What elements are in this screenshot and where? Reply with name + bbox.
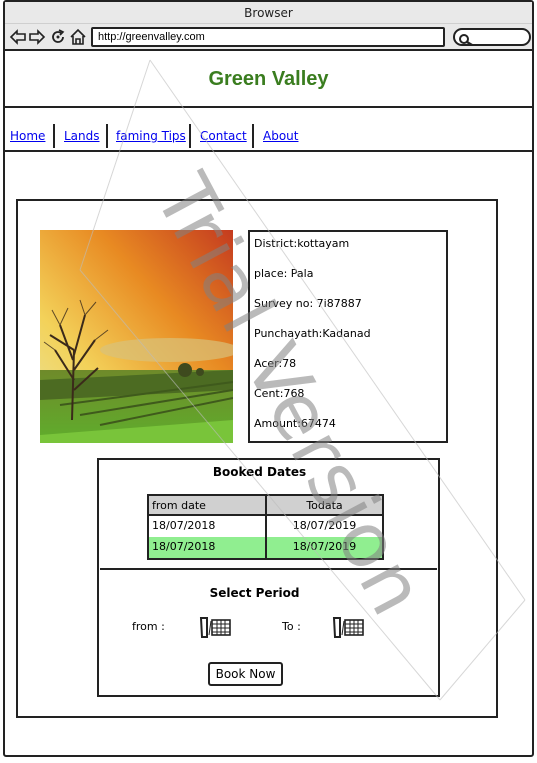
to-calendar-icon[interactable]: [332, 616, 364, 638]
browser-search-field[interactable]: [453, 28, 531, 47]
site-title: Green Valley: [208, 68, 329, 90]
nav-link-about[interactable]: About: [263, 129, 298, 143]
nav-separator: [53, 124, 55, 148]
nav-link-lands[interactable]: Lands: [64, 129, 100, 143]
table-cell-to: 18/07/2019: [292, 519, 357, 532]
browser-title: Browser: [5, 2, 532, 24]
property-details-card: District:kottayam place: Pala Survey no:…: [248, 230, 448, 443]
forward-arrow-icon[interactable]: [28, 28, 46, 46]
nav-separator: [252, 124, 254, 148]
book-now-button[interactable]: Book Now: [208, 662, 283, 686]
back-arrow-icon[interactable]: [9, 28, 27, 46]
cent-text: Cent:768: [254, 387, 305, 400]
nav-link-home[interactable]: Home: [10, 129, 45, 143]
column-header-to-date: Todata: [267, 496, 382, 516]
search-icon: [459, 31, 473, 47]
acre-text: Acer:78: [254, 357, 297, 370]
header-divider: [3, 106, 534, 108]
district-text: District:kottayam: [254, 237, 350, 250]
to-label: To :: [282, 620, 301, 633]
amount-text: Amount:67474: [254, 417, 336, 430]
home-icon[interactable]: [69, 28, 87, 46]
reload-icon[interactable]: [49, 28, 67, 46]
nav-separator: [106, 124, 108, 148]
booking-divider: [100, 568, 437, 570]
url-bar[interactable]: http://greenvalley.com: [91, 27, 445, 47]
nav-link-farming-tips[interactable]: faming Tips: [116, 129, 186, 143]
nav-separator: [189, 124, 191, 148]
table-cell-from-highlighted: 18/07/2018: [149, 537, 267, 558]
table-cell-from: 18/07/2018: [149, 516, 267, 537]
select-period-title: Select Period: [209, 586, 300, 600]
booked-dates-table: from date Todata 18/07/2018 18/07/2019 1…: [147, 494, 384, 560]
from-calendar-icon[interactable]: [199, 616, 231, 638]
survey-no-text: Survey no: 7i87887: [254, 297, 362, 310]
land-photo: [40, 230, 233, 443]
place-text: place: Pala: [254, 267, 314, 280]
browser-toolbar: http://greenvalley.com: [5, 24, 532, 51]
panchayath-text: Punchayath:Kadanad: [254, 327, 371, 340]
booked-dates-title: Booked Dates: [212, 465, 307, 479]
nav-link-contact[interactable]: Contact: [200, 129, 247, 143]
table-cell-to-highlighted: 18/07/2019: [267, 537, 382, 558]
nav-divider: [3, 150, 534, 152]
from-label: from :: [132, 620, 165, 633]
column-header-from-date: from date: [149, 496, 267, 516]
